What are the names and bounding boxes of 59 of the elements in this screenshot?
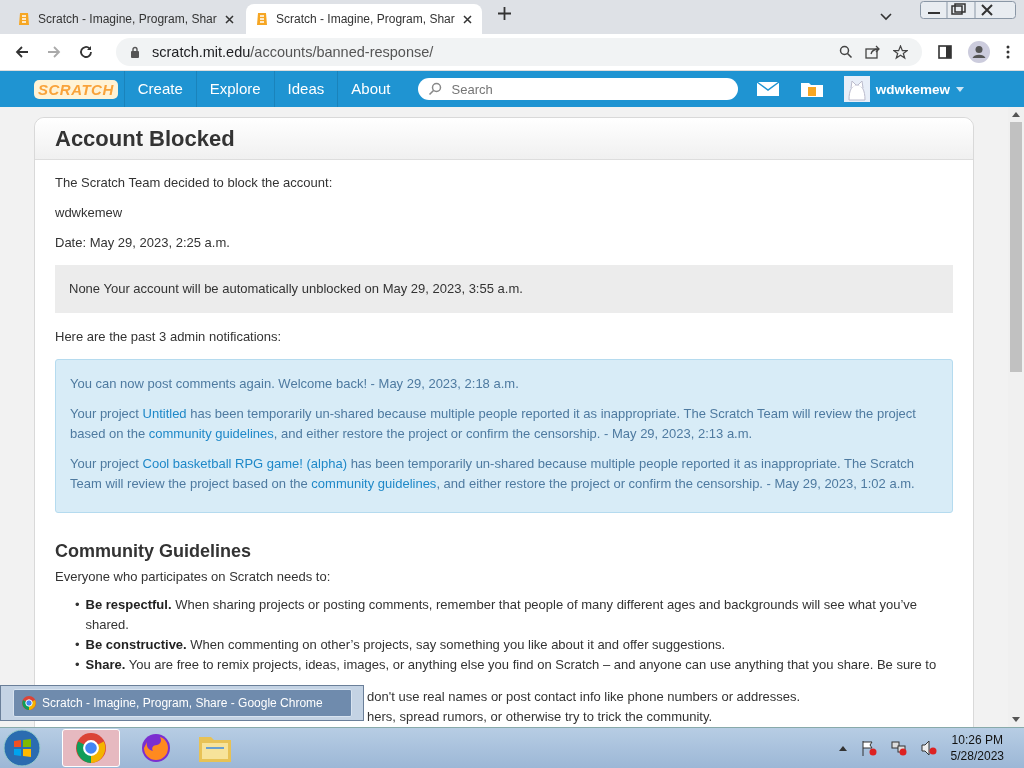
back-icon[interactable] (14, 44, 30, 60)
start-button[interactable] (2, 728, 42, 768)
chevron-down-icon[interactable] (880, 13, 892, 21)
browser-tab[interactable]: Scratch - Imagine, Program, Shar (8, 4, 244, 34)
body-text: Here are the past 3 admin notifications: (55, 328, 283, 346)
star-icon[interactable] (893, 44, 908, 60)
page-title: Account Blocked (55, 125, 235, 152)
speaker-icon[interactable] (920, 740, 937, 756)
link[interactable]: Untitled (142, 406, 187, 421)
address-bar[interactable]: scratch.mit.edu/accounts/banned-response/ (116, 38, 922, 66)
new-tab-icon[interactable] (498, 6, 511, 20)
guideline-text: Be constructive. When commenting on other’s projects, say something you like about it and offer suggestions. (85, 636, 726, 654)
menu-icon[interactable] (1006, 45, 1010, 59)
section-heading: Community Guidelines (55, 540, 253, 563)
chrome-taskbar-button[interactable] (62, 729, 120, 767)
guideline-text: don't use real names or post contact info like phone numbers or addresses. (367, 689, 801, 704)
chrome-icon (22, 696, 36, 710)
guideline-text: Be respectful. When sharing projects or posting comments, remember that people of many different ages and backgrounds will see what you’ve shared. (85, 596, 919, 634)
notice-text: None Your account will be automatically unblocked on May 29, 2023, 3:55 a.m. (69, 281, 523, 296)
taskbar-preview[interactable]: Scratch - Imagine, Program, Share - Google Chrome (0, 685, 364, 721)
browser-tab[interactable]: Scratch - Imagine, Program, Shar (246, 4, 482, 34)
search-icon (427, 82, 442, 96)
link[interactable]: community guidelines (148, 426, 274, 441)
guideline-text: Share. You are free to remix projects, ideas, images, or anything else you find on Scratch – and anyone can use anything that you share. Be sure to (85, 656, 937, 674)
username-text: wdwkemew (55, 204, 124, 222)
window-controls[interactable] (920, 1, 1016, 19)
folder-icon[interactable] (799, 80, 824, 98)
scroll-up-icon[interactable] (1012, 112, 1020, 117)
user-menu[interactable]: wdwkemew (843, 76, 964, 102)
network-icon[interactable] (890, 740, 907, 756)
bullet: • (75, 656, 80, 674)
guideline-text: hers, spread rumors, or otherwise try to trick the community. (367, 709, 713, 724)
notification-text: You can now post comments again. Welcome back! - May 29, 2023, 2:18 a.m. (70, 375, 520, 393)
scratch-logo[interactable]: SCRATCH (34, 79, 118, 99)
caret-icon (956, 86, 964, 92)
bullet: • (75, 596, 80, 614)
share-icon[interactable] (865, 45, 881, 59)
link[interactable]: Cool basketball RPG game! (alpha) (142, 456, 347, 471)
body-text: The Scratch Team decided to block the account: (55, 174, 334, 192)
firefox-icon[interactable] (140, 732, 172, 764)
body-text: Everyone who participates on Scratch needs to: (55, 568, 332, 586)
envelope-icon[interactable] (755, 81, 780, 97)
date-text: Date: May 29, 2023, 2:25 a.m. (55, 234, 231, 252)
close-icon[interactable] (225, 14, 234, 24)
tray-arrow-icon[interactable] (838, 745, 847, 751)
search-bar[interactable]: Search (417, 78, 738, 100)
flag-icon[interactable] (860, 740, 877, 756)
clock[interactable]: 10:26 PM 5/28/2023 (950, 732, 1004, 764)
bullet: • (75, 636, 80, 654)
close-icon[interactable] (463, 14, 472, 24)
cat-avatar-icon (843, 76, 870, 102)
notification-text: Your project Cool basketball RPG game! (alpha) has been temporarily un-shared because multiple people reported it as inappropriate. The Scratch Team will review the project based on the community guidelines, and either restore the project or confirm the censorship. - May 29, 2023, 1:02 a.m. (70, 455, 916, 493)
reload-icon[interactable] (78, 44, 94, 60)
profile-avatar-icon[interactable] (968, 41, 990, 63)
scroll-down-icon[interactable] (1012, 717, 1020, 722)
lock-icon (130, 46, 140, 58)
search-icon[interactable] (839, 45, 853, 59)
notification-text: Your project Untitled has been temporarily un-shared because multiple people reported it as inappropriate. The Scratch Team will review the project based on the community guidelines, and either restore the project or confirm the censorship. - May 29, 2023, 2:13 a.m. (70, 405, 917, 443)
side-panel-icon[interactable] (938, 45, 952, 59)
